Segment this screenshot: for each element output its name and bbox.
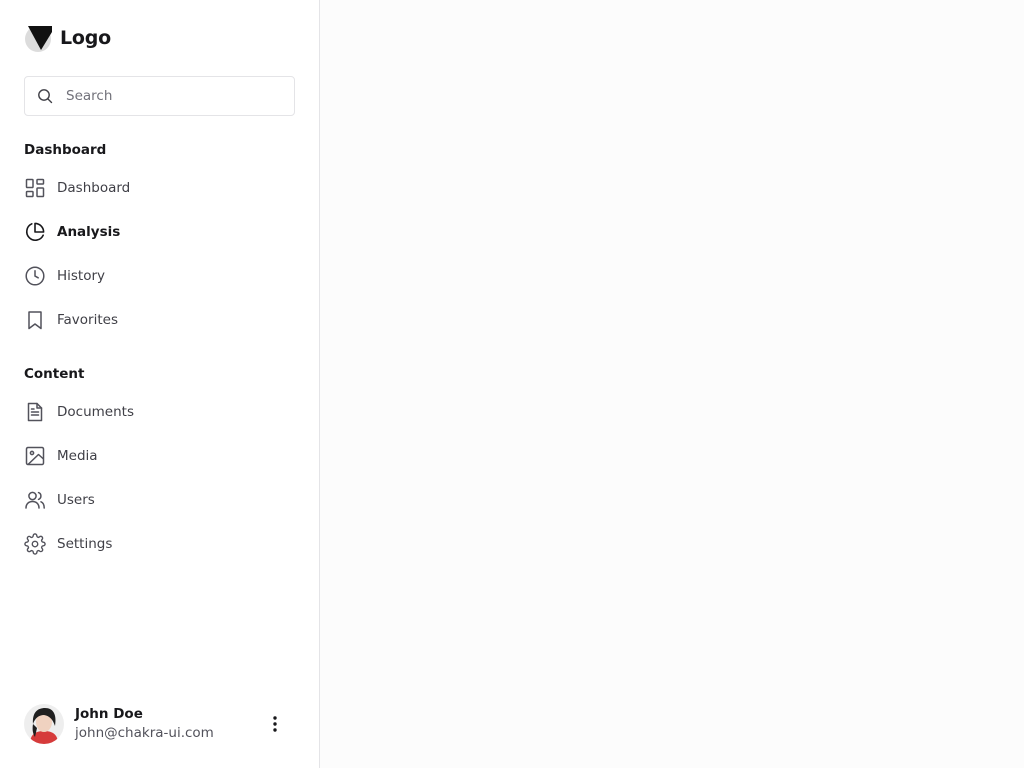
- pie-chart-icon: [25, 222, 45, 242]
- file-text-icon: [27, 402, 43, 422]
- bookmark-icon: [28, 311, 42, 330]
- user-profile: John Doe john@chakra-ui.com: [24, 700, 295, 748]
- nav-label: Users: [57, 492, 95, 508]
- brand-logo[interactable]: Logo: [24, 22, 111, 54]
- avatar-image: [24, 704, 64, 744]
- search-input[interactable]: [66, 88, 286, 104]
- search-box[interactable]: [24, 76, 295, 116]
- main-content-area: [320, 0, 1024, 768]
- nav-item-media[interactable]: Media: [24, 438, 295, 474]
- nav-item-documents[interactable]: Documents: [24, 394, 295, 430]
- image-icon: [25, 446, 45, 466]
- nav-item-favorites[interactable]: Favorites: [24, 302, 295, 338]
- logo-icon: [25, 26, 52, 52]
- user-menu-button[interactable]: [265, 712, 285, 736]
- avatar[interactable]: [24, 704, 64, 744]
- users-icon: [25, 491, 45, 509]
- nav-label: History: [57, 268, 106, 284]
- nav-label: Analysis: [57, 224, 121, 240]
- nav-label: Dashboard: [57, 180, 131, 196]
- more-vertical-icon: [273, 716, 277, 732]
- user-text: John Doe john@chakra-ui.com: [75, 705, 214, 743]
- nav-label: Documents: [57, 404, 134, 420]
- section-heading-content: Content: [24, 366, 85, 382]
- section-heading-dashboard: Dashboard: [24, 142, 107, 158]
- nav-item-history[interactable]: History: [24, 258, 295, 294]
- nav-item-users[interactable]: Users: [24, 482, 295, 518]
- nav-item-analysis[interactable]: Analysis: [24, 214, 295, 250]
- gear-icon: [24, 533, 46, 555]
- nav-label: Settings: [57, 536, 113, 552]
- nav-label: Media: [57, 448, 98, 464]
- grid-icon: [25, 178, 45, 198]
- logo-text: Logo: [60, 27, 112, 49]
- user-email: john@chakra-ui.com: [75, 725, 214, 741]
- nav-label: Favorites: [57, 312, 118, 328]
- nav-item-settings[interactable]: Settings: [24, 526, 295, 562]
- search-icon: [38, 89, 53, 104]
- user-name: John Doe: [75, 706, 143, 722]
- sidebar: Logo Dashboard Dashboard Analysis Histor…: [0, 0, 320, 768]
- nav-item-dashboard[interactable]: Dashboard: [24, 170, 295, 206]
- clock-icon: [25, 266, 45, 286]
